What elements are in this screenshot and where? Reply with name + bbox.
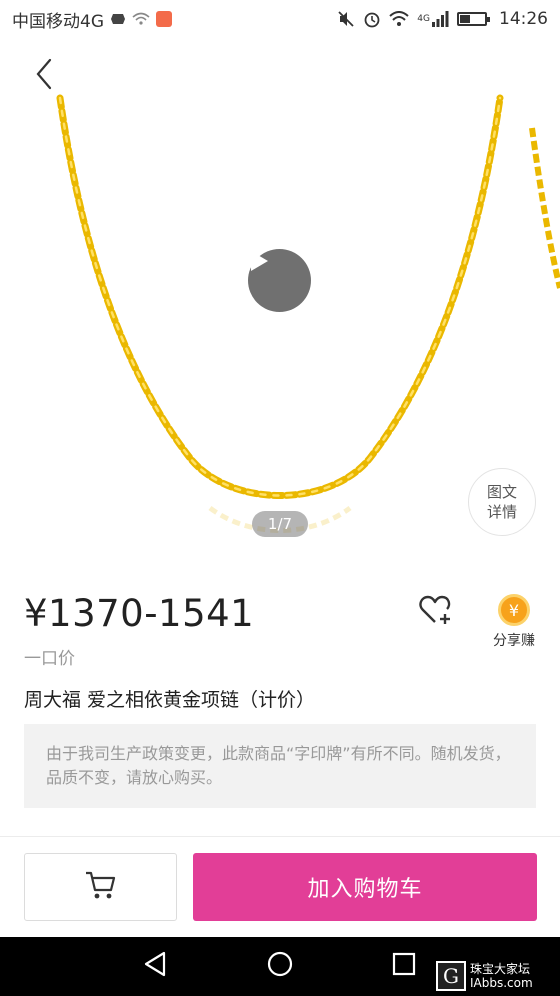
divider <box>0 836 560 837</box>
circle-home-icon <box>266 950 294 982</box>
carrier-label: 中国移动4G <box>12 11 104 32</box>
status-bar: 中国移动4G 4G 14:26 <box>0 0 560 38</box>
product-title: 周大福 爱之相依黄金项链（计价） <box>24 689 316 711</box>
watermark-line2: IAbbs.com <box>470 976 533 990</box>
battery-icon <box>457 12 490 26</box>
detail-button-line1: 图文 <box>486 483 517 501</box>
wifi-icon <box>389 11 409 27</box>
wifi-question-icon <box>132 12 150 26</box>
heart-plus-icon <box>418 595 454 630</box>
detail-button-line2: 详情 <box>486 503 517 521</box>
coin-icon: ¥ <box>498 594 530 626</box>
product-gallery[interactable]: 1/7 图文 详情 <box>0 38 560 558</box>
play-video-button[interactable] <box>248 249 311 312</box>
watermark: G 珠宝大家坛 IAbbs.com <box>436 956 560 996</box>
chevron-left-icon <box>30 58 62 94</box>
square-recents-icon <box>391 951 417 981</box>
detail-button[interactable]: 图文 详情 <box>468 468 536 536</box>
policy-notice: 由于我司生产政策变更，此款商品“字印牌”有所不同。随机发货，品质不变，请放心购买… <box>24 724 536 808</box>
favorite-button[interactable] <box>418 594 454 626</box>
mute-icon <box>337 10 355 28</box>
battery-level <box>460 15 470 23</box>
clock: 14:26 <box>499 9 548 29</box>
alarm-icon <box>363 10 381 28</box>
price-type-label: 一口价 <box>24 649 75 669</box>
nav-back-button[interactable] <box>138 949 172 983</box>
back-button[interactable] <box>30 58 62 90</box>
watermark-line1: 珠宝大家坛 <box>470 962 531 976</box>
cart-button[interactable] <box>24 853 177 921</box>
add-to-cart-button[interactable]: 加入购物车 <box>193 853 537 921</box>
app-notification-icon <box>156 11 172 27</box>
triangle-back-icon <box>142 950 168 982</box>
nav-recents-button[interactable] <box>387 949 421 983</box>
hd-icon <box>110 11 126 27</box>
shopping-cart-icon <box>85 870 117 904</box>
share-earn-label: 分享赚 <box>493 633 535 649</box>
image-pager: 1/7 <box>252 511 308 537</box>
product-price: ¥1370-1541 <box>24 592 255 635</box>
network-label: 4G <box>417 14 430 24</box>
watermark-logo: G <box>436 961 466 991</box>
signal-icon: 4G <box>417 11 449 27</box>
nav-home-button[interactable] <box>263 949 297 983</box>
share-earn-button[interactable]: ¥ 分享赚 <box>488 594 540 650</box>
